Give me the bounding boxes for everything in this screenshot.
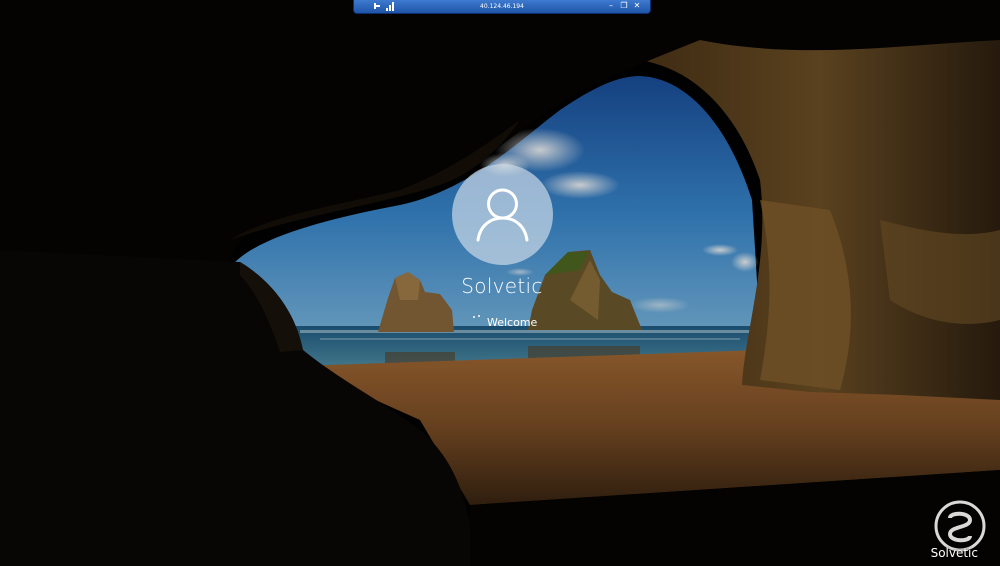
minimize-icon[interactable]: –	[606, 1, 616, 11]
close-icon[interactable]: ✕	[632, 1, 642, 11]
watermark-text: Solvetic	[930, 546, 978, 560]
user-icon	[476, 188, 529, 242]
loading-spinner-icon	[473, 315, 480, 318]
remote-desktop-connection-bar[interactable]: 40.124.46.194 – ❐ ✕	[353, 0, 651, 14]
login-status-text: Welcome	[487, 316, 538, 329]
user-avatar	[452, 164, 553, 265]
user-name: Solvetic	[461, 274, 543, 298]
lock-screen: 40.124.46.194 – ❐ ✕ Solvetic Welcome Sol…	[0, 0, 1000, 566]
restore-icon[interactable]: ❐	[619, 1, 629, 11]
